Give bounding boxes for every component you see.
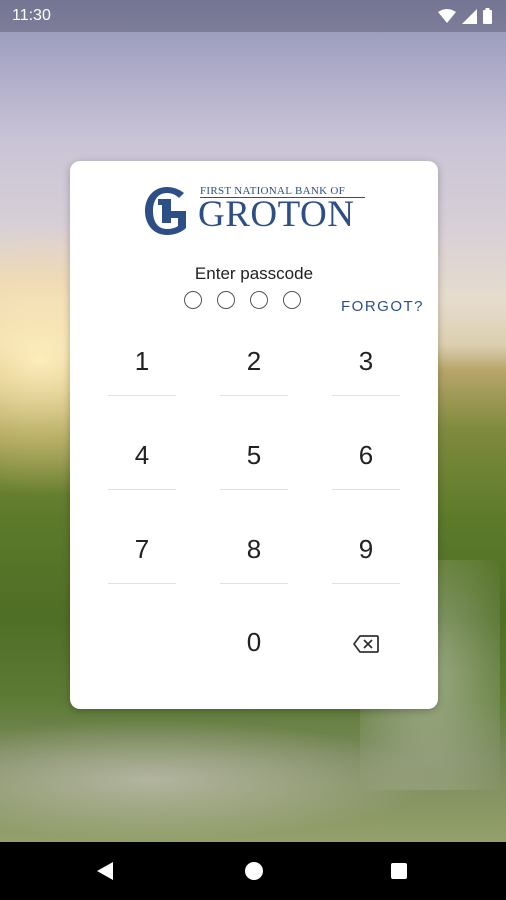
key-label: 1 bbox=[134, 346, 150, 376]
status-bar: 11:30 bbox=[0, 0, 506, 32]
key-5[interactable]: 5 bbox=[220, 420, 288, 490]
backspace-icon bbox=[353, 635, 379, 654]
key-underline bbox=[108, 583, 176, 584]
key-label: 0 bbox=[246, 627, 262, 657]
background-river bbox=[0, 700, 506, 840]
bank-logo: FIRST NATIONAL BANK OF GROTON bbox=[142, 185, 368, 237]
key-underline bbox=[332, 489, 400, 490]
forgot-button[interactable]: FORGOT? bbox=[341, 298, 424, 315]
key-6[interactable]: 6 bbox=[332, 420, 400, 490]
key-4[interactable]: 4 bbox=[108, 420, 176, 490]
key-label: 6 bbox=[358, 440, 374, 470]
back-nav-icon[interactable] bbox=[97, 862, 113, 880]
passcode-dot bbox=[184, 291, 202, 309]
key-underline bbox=[220, 395, 288, 396]
backspace-button[interactable] bbox=[332, 607, 400, 677]
cell-signal-icon bbox=[462, 8, 477, 24]
home-nav-icon[interactable] bbox=[245, 862, 263, 880]
key-underline bbox=[108, 489, 176, 490]
passcode-dot bbox=[250, 291, 268, 309]
key-7[interactable]: 7 bbox=[108, 514, 176, 584]
key-label: 8 bbox=[246, 534, 262, 564]
key-label: 3 bbox=[358, 346, 374, 376]
key-label: 4 bbox=[134, 440, 150, 470]
logo-main-text: GROTON bbox=[198, 194, 355, 235]
status-icons bbox=[438, 8, 492, 24]
passcode-prompt: Enter passcode bbox=[194, 264, 314, 283]
recents-nav-icon[interactable] bbox=[391, 863, 407, 879]
key-label: 5 bbox=[246, 440, 262, 470]
key-underline bbox=[220, 489, 288, 490]
key-label: 2 bbox=[246, 346, 262, 376]
passcode-dot bbox=[283, 291, 301, 309]
key-2[interactable]: 2 bbox=[220, 326, 288, 396]
key-underline bbox=[108, 395, 176, 396]
passcode-card: FIRST NATIONAL BANK OF GROTON Enter pass… bbox=[70, 161, 438, 709]
key-8[interactable]: 8 bbox=[220, 514, 288, 584]
groton-logo-mark-icon bbox=[145, 187, 186, 235]
key-1[interactable]: 1 bbox=[108, 326, 176, 396]
key-9[interactable]: 9 bbox=[332, 514, 400, 584]
key-underline bbox=[332, 583, 400, 584]
navigation-bar bbox=[0, 842, 506, 900]
key-label: 9 bbox=[358, 534, 374, 564]
passcode-dots bbox=[184, 291, 301, 309]
key-3[interactable]: 3 bbox=[332, 326, 400, 396]
key-label: 7 bbox=[134, 534, 150, 564]
key-underline bbox=[220, 583, 288, 584]
wifi-icon bbox=[438, 9, 456, 23]
passcode-dot bbox=[217, 291, 235, 309]
status-time: 11:30 bbox=[12, 7, 51, 24]
key-0[interactable]: 0 bbox=[220, 607, 288, 677]
battery-icon bbox=[483, 8, 492, 24]
key-underline bbox=[332, 395, 400, 396]
